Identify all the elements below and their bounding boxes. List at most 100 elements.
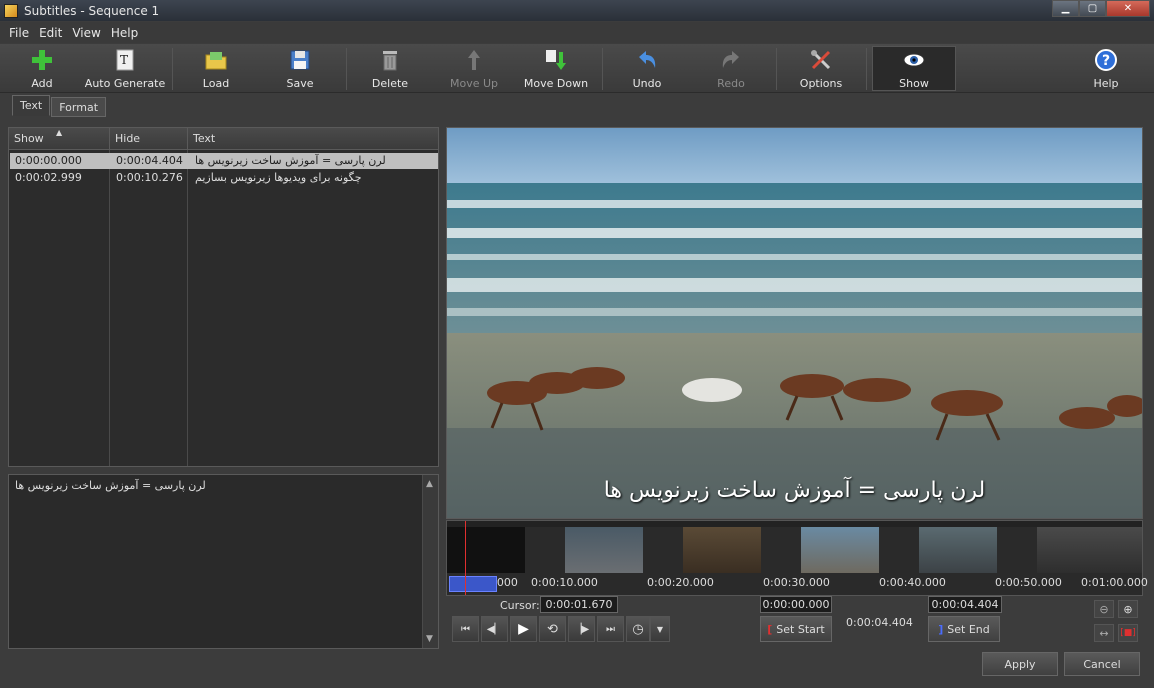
editor-text: لرن پارسی = آموزش ساخت زیرنویس ها <box>15 479 206 492</box>
apply-button[interactable]: Apply <box>982 652 1058 676</box>
tab-text[interactable]: Text <box>12 95 51 116</box>
go-end-button[interactable]: ⏭ <box>597 616 624 642</box>
cancel-button[interactable]: Cancel <box>1064 652 1140 676</box>
zoom-in-icon: ⊕ <box>1123 602 1133 616</box>
subtitle-text-editor[interactable]: لرن پارسی = آموزش ساخت زیرنویس ها ▲ ▼ <box>8 474 439 649</box>
save-button[interactable]: Save <box>282 47 318 91</box>
maximize-button[interactable]: ▢ <box>1079 0 1106 17</box>
fit-width-icon: ↔ <box>1099 626 1109 640</box>
duration-label: 0:00:04.404 <box>846 616 913 629</box>
timeline[interactable]: 0:00:00.000 0:00:10.000 0:00:20.000 0:00… <box>446 520 1148 596</box>
redo-icon <box>718 47 744 73</box>
add-button[interactable]: Add <box>28 47 56 91</box>
svg-text:?: ? <box>1102 53 1110 69</box>
row-text: لرن پارسی = آموزش ساخت زیرنویس ها <box>195 154 386 167</box>
show-button[interactable]: Show <box>872 46 956 91</box>
options-button[interactable]: Options <box>800 47 842 91</box>
step-back-icon: ◀▏ <box>486 623 503 635</box>
tools-icon <box>808 47 834 73</box>
timer-dropdown[interactable]: ▼ <box>650 616 670 642</box>
row-text: چگونه برای ویدیوها زیرنویس بسازیم <box>195 171 362 184</box>
timer-icon: ◷ <box>632 621 644 637</box>
tab-strip: Text Format <box>12 95 107 117</box>
bracket-end-icon: ] <box>938 622 944 636</box>
start-time-field[interactable]: 0:00:00.000 <box>760 596 832 613</box>
zoom-out-icon: ⊖ <box>1099 602 1109 616</box>
row-show: 0:00:02.999 <box>15 171 82 184</box>
menu-help[interactable]: Help <box>106 26 143 40</box>
cursor-label: Cursor: <box>500 599 540 612</box>
menu-edit[interactable]: Edit <box>34 26 67 40</box>
scroll-up-icon[interactable]: ▲ <box>426 479 433 489</box>
tick-label: 0:00:10.000 <box>531 576 598 589</box>
column-text[interactable]: Text <box>188 128 438 150</box>
playhead[interactable] <box>465 521 466 595</box>
toolbar: Add T Auto Generate Load Save Delete Mov… <box>0 44 1154 93</box>
list-header: Show ▲ Hide Text <box>9 128 438 150</box>
zoom-in-button[interactable]: ⊕ <box>1118 600 1138 618</box>
set-start-button[interactable]: [ Set Start <box>760 616 832 642</box>
delete-button[interactable]: Delete <box>372 47 408 91</box>
editor-scrollbar[interactable]: ▲ ▼ <box>422 475 438 648</box>
bracket-start-icon: [ <box>767 622 773 636</box>
fit-selection-icon: [■] <box>1120 628 1136 638</box>
undo-button[interactable]: Undo <box>630 47 664 91</box>
row-show: 0:00:00.000 <box>15 154 82 167</box>
move-down-button[interactable]: Move Down <box>524 47 588 91</box>
scroll-down-icon[interactable]: ▼ <box>426 634 433 644</box>
fit-selection-button[interactable]: [■] <box>1118 624 1138 642</box>
load-button[interactable]: Load <box>200 47 232 91</box>
row-hide: 0:00:10.276 <box>116 171 183 184</box>
menu-bar: File Edit View Help <box>0 22 1154 43</box>
video-frame-image <box>447 128 1142 518</box>
subtitle-range-marker[interactable] <box>449 576 497 592</box>
zoom-out-button[interactable]: ⊖ <box>1094 600 1114 618</box>
move-up-button[interactable]: Move Up <box>448 47 500 91</box>
subtitles-window: Subtitles - Sequence 1 ▁ ▢ ✕ File Edit V… <box>0 0 1154 688</box>
time-ruler[interactable]: 0:00:00.000 0:00:10.000 0:00:20.000 0:00… <box>447 573 1148 595</box>
tick-label: 0:00:50.000 <box>995 576 1062 589</box>
tab-format[interactable]: Format <box>51 97 107 117</box>
menu-file[interactable]: File <box>4 26 34 40</box>
playback-controls: Cursor: 0:00:01.670 ⏮ ◀▏ ▶ ⟲ ▕▶ ⏭ ◷ ▼ 0:… <box>446 596 1143 650</box>
skip-forward-icon: ⏭ <box>606 623 615 635</box>
tick-label: 0:00:40.000 <box>879 576 946 589</box>
subtitle-overlay: لرن پارسی = آموزش ساخت زیرنویس ها <box>603 478 986 503</box>
step-forward-button[interactable]: ▕▶ <box>568 616 595 642</box>
menu-view[interactable]: View <box>67 26 105 40</box>
timer-button[interactable]: ◷ <box>626 616 650 642</box>
redo-button[interactable]: Redo <box>714 47 748 91</box>
end-time-field[interactable]: 0:00:04.404 <box>928 596 1002 613</box>
help-button[interactable]: ? Help <box>1092 47 1120 91</box>
chevron-down-icon: ▼ <box>656 624 664 634</box>
loop-button[interactable]: ⟲ <box>539 616 566 642</box>
auto-generate-button[interactable]: T Auto Generate <box>85 47 165 91</box>
minimize-button[interactable]: ▁ <box>1052 0 1079 17</box>
step-back-button[interactable]: ◀▏ <box>481 616 508 642</box>
play-button[interactable]: ▶ <box>510 616 537 642</box>
svg-text:T: T <box>120 53 128 67</box>
window-title: Subtitles - Sequence 1 <box>24 3 160 18</box>
table-row[interactable]: 0:00:00.000 0:00:04.404 لرن پارسی = آموز… <box>10 153 438 169</box>
set-end-button[interactable]: ] Set End <box>928 616 1000 642</box>
row-hide: 0:00:04.404 <box>116 154 183 167</box>
step-forward-icon: ▕▶ <box>573 623 590 635</box>
play-icon: ▶ <box>518 621 529 637</box>
title-bar: Subtitles - Sequence 1 ▁ ▢ ✕ <box>0 0 1154 21</box>
eye-icon <box>901 47 927 73</box>
tick-label: 0:01:00.000 <box>1081 576 1148 589</box>
loop-icon: ⟲ <box>547 621 558 637</box>
column-hide[interactable]: Hide <box>110 128 188 150</box>
cursor-time-field[interactable]: 0:00:01.670 <box>540 596 618 613</box>
column-show[interactable]: Show ▲ <box>9 128 110 150</box>
folder-icon <box>203 47 229 73</box>
tick-label: 0:00:30.000 <box>763 576 830 589</box>
text-document-icon: T <box>112 47 138 73</box>
help-icon: ? <box>1093 47 1119 73</box>
tick-label: 0:00:20.000 <box>647 576 714 589</box>
close-button[interactable]: ✕ <box>1106 0 1150 17</box>
table-row[interactable]: 0:00:02.999 0:00:10.276 چگونه برای ویدیو… <box>10 170 438 186</box>
fit-width-button[interactable]: ↔ <box>1094 624 1114 642</box>
skip-back-icon: ⏮ <box>461 623 470 635</box>
go-start-button[interactable]: ⏮ <box>452 616 479 642</box>
